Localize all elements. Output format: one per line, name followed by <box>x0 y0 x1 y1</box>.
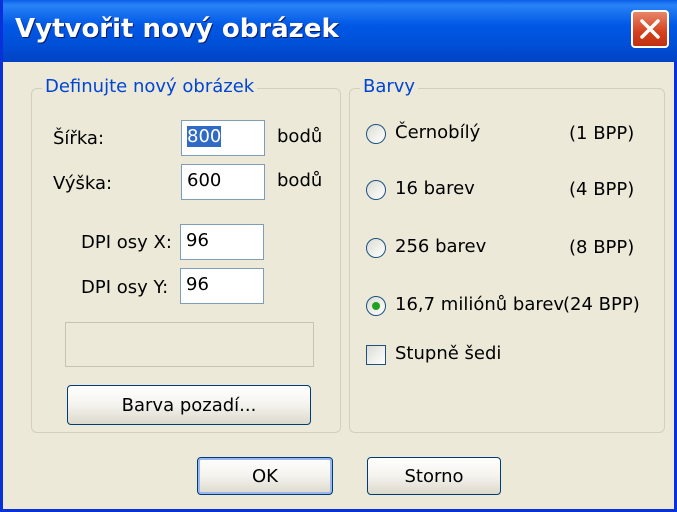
cancel-button[interactable]: Storno <box>367 457 501 495</box>
close-button[interactable] <box>631 10 669 48</box>
width-label: Šířka: <box>53 128 105 149</box>
radio-label: 256 barev <box>395 236 487 257</box>
grayscale-label: Stupně šedi <box>395 343 502 364</box>
height-unit: bodů <box>277 170 323 191</box>
width-value: 800 <box>187 126 222 147</box>
width-unit: bodů <box>277 126 323 147</box>
dialog-window: Vytvořit nový obrázek Definujte nový obr… <box>0 0 677 512</box>
dpi-x-label: DPI osy X: <box>81 232 172 253</box>
bpp-label: (24 BPP) <box>563 294 640 315</box>
height-label: Výška: <box>53 173 113 194</box>
bpp-label: (1 BPP) <box>569 123 635 144</box>
colors-legend: Barvy <box>360 76 419 97</box>
bpp-label: (8 BPP) <box>569 237 635 258</box>
radio-label: Černobílý <box>395 122 481 143</box>
radio-label: 16 barev <box>395 178 475 199</box>
height-input[interactable]: 600 <box>181 164 265 200</box>
radio-button[interactable] <box>366 124 386 144</box>
radio-button[interactable] <box>366 296 386 316</box>
radio-selected-dot <box>372 302 380 310</box>
dpi-x-input[interactable]: 96 <box>180 224 264 260</box>
title-bar[interactable]: Vytvořit nový obrázek <box>3 0 677 62</box>
define-image-legend: Definujte nový obrázek <box>42 76 258 97</box>
close-icon <box>640 19 660 39</box>
background-color-button[interactable]: Barva pozadí... <box>67 385 311 425</box>
dpi-x-value: 96 <box>186 230 209 251</box>
dpi-y-label: DPI osy Y: <box>81 277 169 298</box>
window-title: Vytvořit nový obrázek <box>15 14 339 44</box>
bpp-label: (4 BPP) <box>569 179 635 200</box>
color-preview-panel <box>65 322 314 367</box>
height-value: 600 <box>187 170 222 191</box>
grayscale-checkbox[interactable] <box>366 345 386 365</box>
ok-button[interactable]: OK <box>197 457 333 495</box>
width-input[interactable]: 800 <box>181 120 265 156</box>
radio-button[interactable] <box>366 238 386 258</box>
dpi-y-input[interactable]: 96 <box>180 268 264 304</box>
dpi-y-value: 96 <box>186 274 209 295</box>
radio-label: 16,7 miliónů barev <box>395 294 565 315</box>
radio-button[interactable] <box>366 180 386 200</box>
